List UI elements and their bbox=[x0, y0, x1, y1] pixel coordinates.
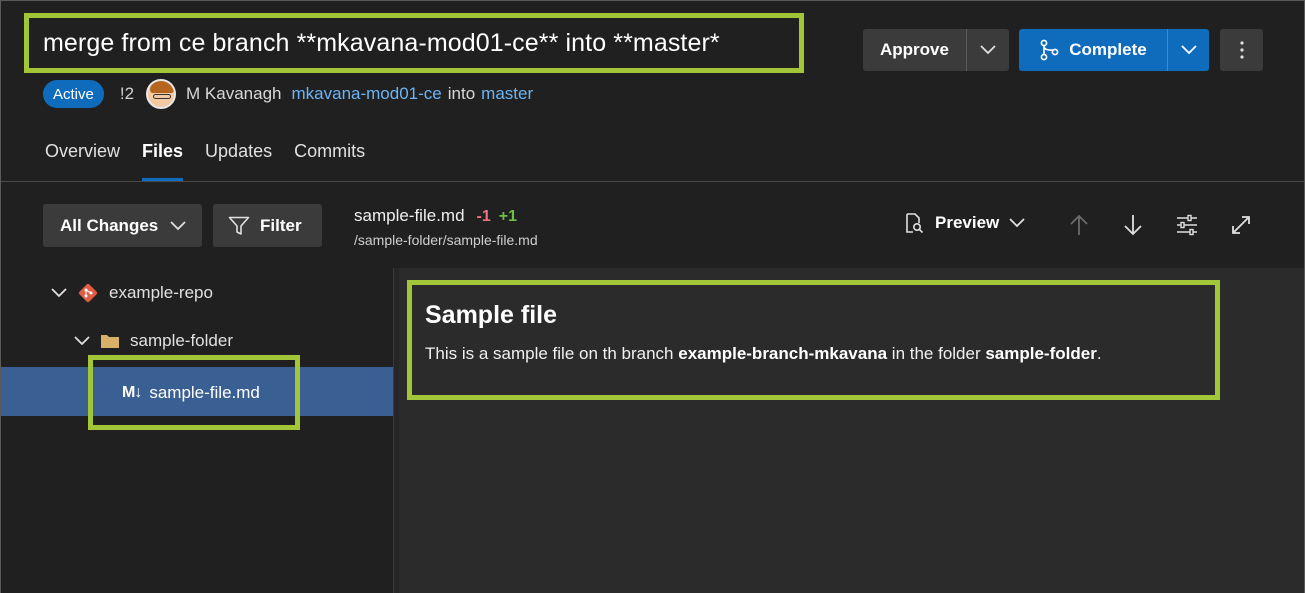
more-actions-button[interactable] bbox=[1220, 29, 1263, 71]
complete-button-group: Complete bbox=[1019, 29, 1209, 71]
folder-icon bbox=[101, 335, 119, 348]
tab-files[interactable]: Files bbox=[142, 141, 184, 181]
file-tree: example-repo sample-folder M↓ sample-fil… bbox=[1, 268, 393, 593]
preview-heading: Sample file bbox=[425, 301, 557, 329]
preview-label: Preview bbox=[935, 213, 1000, 232]
chevron-down-icon bbox=[1009, 218, 1025, 228]
tree-item-file[interactable]: M↓ sample-file.md bbox=[88, 355, 300, 430]
preview-icon bbox=[906, 213, 924, 234]
pr-meta: Active !2 M Kavanagh mkavana-mod01-ce in… bbox=[43, 78, 533, 110]
additions-count: +1 bbox=[498, 208, 518, 225]
into-label: into bbox=[447, 84, 476, 103]
tree-item-folder[interactable]: sample-folder bbox=[74, 331, 233, 351]
target-branch-link[interactable]: master bbox=[481, 84, 533, 104]
expand-icon bbox=[1232, 216, 1250, 234]
next-change-button[interactable] bbox=[1120, 212, 1146, 238]
all-changes-dropdown[interactable]: All Changes bbox=[43, 204, 202, 247]
more-vertical-icon bbox=[1239, 41, 1244, 59]
chevron-down-icon bbox=[170, 220, 186, 230]
arrow-down-icon bbox=[1124, 215, 1142, 236]
approve-dropdown-button[interactable] bbox=[966, 29, 1009, 71]
chevron-down-icon bbox=[51, 288, 67, 298]
filter-label: Filter bbox=[260, 215, 302, 235]
pr-tabs: Overview Files Updates Commits bbox=[45, 141, 387, 181]
merge-icon bbox=[1040, 39, 1059, 61]
preview-text-3: . bbox=[1096, 344, 1102, 363]
file-tree-name: sample-file.md bbox=[149, 382, 260, 402]
complete-dropdown-button[interactable] bbox=[1167, 29, 1209, 71]
pr-title: merge from ce branch **mkavana-mod01-ce*… bbox=[43, 28, 720, 57]
markdown-icon: M↓ bbox=[122, 383, 142, 401]
file-name: sample-file.md bbox=[354, 206, 465, 225]
repo-name: example-repo bbox=[109, 283, 213, 302]
preview-text-2: in the folder bbox=[887, 344, 986, 363]
pr-title-highlight: merge from ce branch **mkavana-mod01-ce*… bbox=[24, 13, 804, 73]
preview-highlight: Sample file This is a sample file on th … bbox=[407, 280, 1220, 400]
settings-button[interactable] bbox=[1174, 212, 1200, 238]
file-info: sample-file.md -1 +1 /sample-folder/samp… bbox=[354, 206, 538, 248]
all-changes-label: All Changes bbox=[60, 215, 159, 235]
filter-button[interactable]: Filter bbox=[213, 204, 322, 247]
deletions-count: -1 bbox=[476, 208, 491, 225]
preview-text-1: This is a sample file on th branch bbox=[425, 344, 679, 363]
filter-icon bbox=[228, 216, 250, 235]
arrow-up-icon bbox=[1070, 214, 1088, 235]
chevron-down-icon bbox=[1180, 45, 1197, 55]
preview-paragraph: This is a sample file on th branch examp… bbox=[425, 344, 1215, 364]
folder-name: sample-folder bbox=[130, 331, 233, 350]
pr-header: merge from ce branch **mkavana-mod01-ce*… bbox=[1, 1, 1304, 181]
fullscreen-button[interactable] bbox=[1228, 212, 1254, 238]
chevron-down-icon bbox=[74, 336, 90, 346]
previous-change-button[interactable] bbox=[1066, 212, 1092, 238]
author-name[interactable]: M Kavanagh bbox=[186, 84, 281, 104]
preview-folder-bold: sample-folder bbox=[985, 344, 1097, 363]
approve-button[interactable]: Approve bbox=[863, 29, 966, 71]
tree-item-repo[interactable]: example-repo bbox=[51, 282, 213, 304]
complete-label: Complete bbox=[1069, 40, 1147, 59]
file-preview-pane: Sample file This is a sample file on th … bbox=[399, 268, 1304, 593]
sliders-icon bbox=[1177, 214, 1197, 236]
git-repo-icon bbox=[78, 283, 98, 303]
complete-button[interactable]: Complete bbox=[1019, 29, 1167, 71]
file-path: /sample-folder/sample-file.md bbox=[354, 232, 538, 248]
tab-updates[interactable]: Updates bbox=[205, 141, 272, 181]
tab-commits[interactable]: Commits bbox=[294, 141, 365, 181]
source-branch-link[interactable]: mkavana-mod01-ce bbox=[292, 84, 442, 104]
preview-dropdown[interactable]: Preview bbox=[903, 212, 1025, 234]
chevron-down-icon bbox=[980, 45, 996, 55]
files-toolbar: All Changes Filter sample-file.md -1 +1 … bbox=[1, 182, 1304, 268]
pr-id: !2 bbox=[119, 84, 135, 103]
approve-button-group: Approve bbox=[863, 29, 1009, 71]
status-badge: Active bbox=[43, 80, 104, 108]
avatar[interactable] bbox=[146, 79, 177, 109]
tab-overview[interactable]: Overview bbox=[45, 141, 120, 181]
preview-branch-bold: example-branch-mkavana bbox=[678, 344, 888, 363]
